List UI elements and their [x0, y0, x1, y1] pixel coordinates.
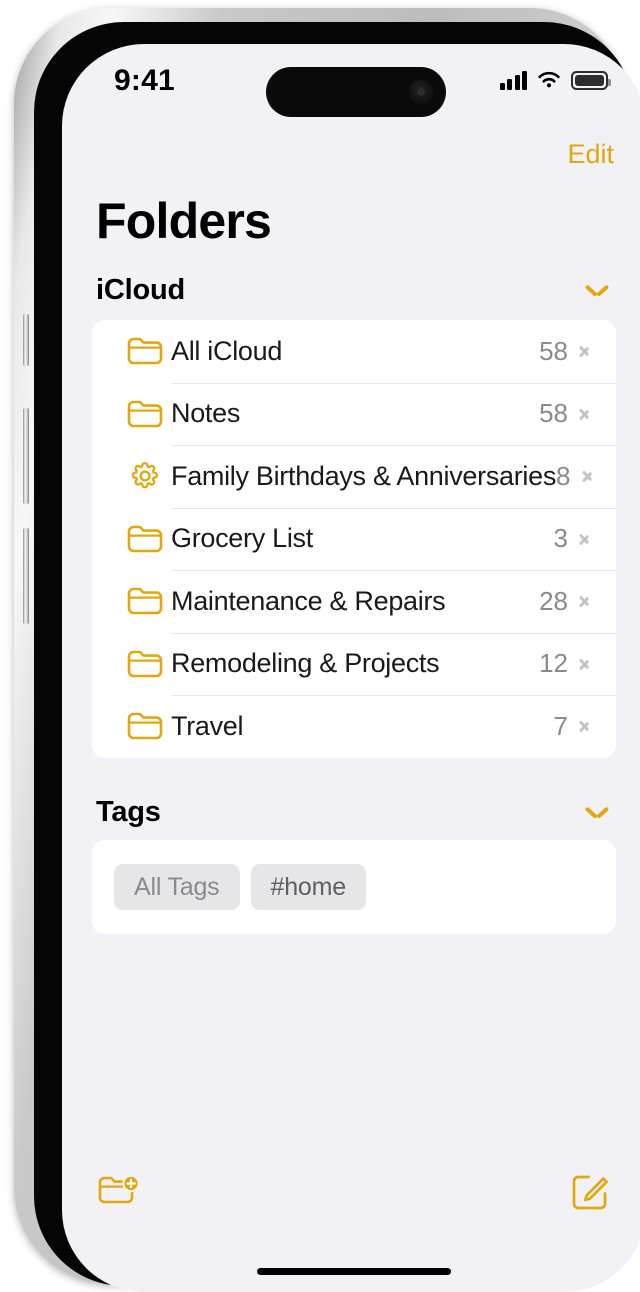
folder-count: 58	[539, 335, 568, 366]
dynamic-island[interactable]	[266, 67, 446, 117]
folder-name: Family Birthdays & Anniversaries	[171, 460, 557, 491]
folder-name: Remodeling & Projects	[171, 648, 440, 679]
folder-count: 28	[539, 585, 568, 616]
section-title-tags: Tags	[96, 796, 161, 828]
chevron-down-icon[interactable]	[586, 284, 608, 297]
volume-down-button[interactable]	[23, 528, 29, 624]
folder-name: Grocery List	[171, 523, 313, 554]
battery-full-icon	[571, 71, 611, 90]
phone-screen: 9:41 Edit Folders iCloud All iCloud 58 N…	[62, 44, 640, 1292]
folder-name: Travel	[171, 710, 244, 741]
folder-icon	[120, 336, 170, 366]
folder-icon	[120, 711, 170, 741]
chevron-right-icon	[579, 529, 590, 548]
notes-folders-screen: Edit Folders iCloud All iCloud 58 Notes …	[62, 44, 640, 1292]
folder-icon	[120, 586, 170, 616]
wifi-icon	[538, 71, 560, 88]
edit-button[interactable]: Edit	[567, 139, 614, 170]
compose-note-icon[interactable]	[570, 1172, 610, 1217]
folder-icon	[120, 524, 170, 554]
volume-up-button[interactable]	[23, 408, 29, 504]
folder-count: 12	[539, 648, 568, 679]
chevron-right-icon	[579, 592, 590, 611]
tag-pill-home[interactable]: #home	[250, 864, 366, 910]
folder-row-grocery-list[interactable]: Grocery List 3	[92, 507, 616, 571]
phone-frame: 9:41 Edit Folders iCloud All iCloud 58 N…	[14, 8, 640, 1292]
folder-count: 7	[553, 710, 568, 741]
folder-row-family-birthdays[interactable]: Family Birthdays & Anniversaries 8	[92, 445, 616, 508]
folder-row-maintenance-repairs[interactable]: Maintenance & Repairs 28	[92, 570, 616, 633]
chevron-right-icon	[579, 717, 590, 736]
chevron-right-icon	[579, 342, 590, 361]
chevron-right-icon	[579, 404, 590, 423]
cellular-signal-icon	[499, 70, 527, 90]
section-title-icloud: iCloud	[96, 274, 186, 306]
chevron-down-icon[interactable]	[586, 806, 608, 819]
bottom-toolbar	[62, 1170, 640, 1230]
folder-icon	[120, 399, 170, 429]
new-folder-icon[interactable]	[98, 1174, 142, 1215]
folder-icon	[120, 649, 170, 679]
phone-bezel: 9:41 Edit Folders iCloud All iCloud 58 N…	[34, 22, 640, 1292]
folder-name: Maintenance & Repairs	[171, 585, 446, 616]
home-indicator[interactable]	[257, 1268, 451, 1275]
folder-count: 58	[539, 398, 568, 429]
section-header-tags: Tags	[96, 796, 614, 829]
folder-row-travel[interactable]: Travel 7	[92, 695, 616, 758]
tag-pill-all-tags[interactable]: All Tags	[114, 864, 240, 910]
page-title: Folders	[96, 193, 272, 249]
front-camera-icon	[409, 80, 433, 104]
folder-count: 3	[553, 523, 568, 554]
chevron-right-icon	[579, 654, 590, 673]
section-header-icloud: iCloud	[96, 274, 614, 307]
status-bar-time: 9:41	[114, 64, 175, 97]
folder-name: All iCloud	[171, 335, 283, 366]
chevron-right-icon	[582, 467, 593, 486]
folder-row-remodeling-projects[interactable]: Remodeling & Projects 12	[92, 632, 616, 696]
status-bar-icons	[499, 70, 611, 90]
action-button[interactable]	[23, 314, 29, 366]
folders-list: All iCloud 58 Notes 58 Family Birthdays …	[92, 320, 616, 758]
folder-name: Notes	[171, 398, 241, 429]
folder-row-all-icloud[interactable]: All iCloud 58	[92, 320, 616, 383]
tags-list: All Tags #home	[92, 840, 616, 934]
gear-icon	[120, 459, 170, 493]
folder-count: 8	[556, 460, 571, 491]
folder-row-notes[interactable]: Notes 58	[92, 382, 616, 446]
